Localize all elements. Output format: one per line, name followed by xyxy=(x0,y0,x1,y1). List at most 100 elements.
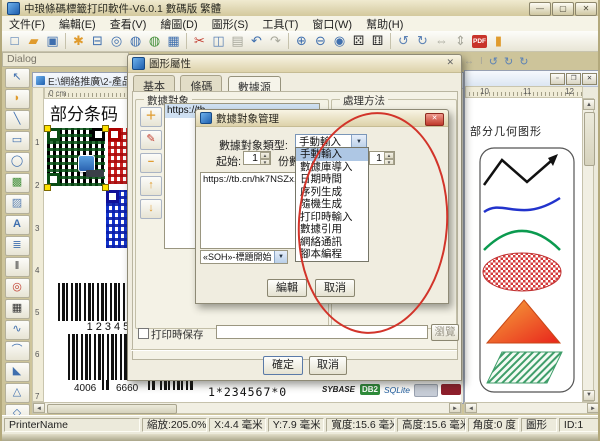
save-path-field[interactable] xyxy=(216,325,428,339)
curve-tool-icon[interactable]: ∿ xyxy=(5,320,30,340)
image-tool-icon[interactable]: ▨ xyxy=(5,194,30,214)
horizontal-scrollbar[interactable]: ◄ ► xyxy=(32,402,462,414)
rotate-angle-icon[interactable]: ↻ xyxy=(519,55,528,68)
dialog-close-icon[interactable]: ✕ xyxy=(446,57,454,68)
zoom-fit-icon[interactable]: ◉ xyxy=(330,32,349,50)
menu-file[interactable]: 文件(F) xyxy=(2,16,52,32)
selection-handle[interactable] xyxy=(44,125,51,132)
resize-icon[interactable]: ↔ xyxy=(464,56,474,67)
redo-icon[interactable]: ↷ xyxy=(266,32,285,50)
selection-handle[interactable] xyxy=(44,184,51,191)
move-down-button[interactable]: ↓ xyxy=(140,199,162,219)
triangle-tool-icon[interactable]: △ xyxy=(5,383,30,403)
browse-button[interactable]: 瀏覽 xyxy=(431,324,459,341)
database-blue-icon[interactable]: ◍ xyxy=(126,32,145,50)
cut-icon[interactable]: ✂ xyxy=(190,32,209,50)
canvas-heading-left[interactable]: 部分条码 xyxy=(50,100,118,125)
seal-tool-icon[interactable]: ◎ xyxy=(5,278,30,298)
move-up-button[interactable]: ↑ xyxy=(140,176,162,196)
flip-vertical-icon[interactable]: ⇕ xyxy=(451,32,470,50)
start-spinner[interactable]: 1 ▲▼ xyxy=(243,151,271,165)
fill-tool-icon[interactable]: ◗ xyxy=(5,89,30,109)
scrollbar-thumb[interactable] xyxy=(47,404,177,414)
striped-parallelogram[interactable] xyxy=(487,352,562,383)
undo-icon[interactable]: ↶ xyxy=(247,32,266,50)
polygon-tool-icon[interactable]: ◣ xyxy=(5,362,30,382)
doc-close-button[interactable]: ✕ xyxy=(582,73,597,85)
gradient-triangle[interactable] xyxy=(487,300,560,343)
maximize-button[interactable]: ▢ xyxy=(552,2,574,16)
ellipse-tool-icon[interactable]: ◯ xyxy=(5,152,30,172)
blue-wave-curve[interactable] xyxy=(484,198,560,212)
barcode-tool-icon[interactable]: ‖ xyxy=(5,257,30,277)
zoom-in-icon[interactable]: ⊕ xyxy=(292,32,311,50)
save-on-print-checkbox[interactable] xyxy=(138,328,149,339)
properties-dialog-titlebar[interactable]: 圖形屬性 ✕ xyxy=(128,55,461,73)
print-preview-icon[interactable]: ◎ xyxy=(107,32,126,50)
chevron-down-icon[interactable]: ▼ xyxy=(274,251,287,263)
database-green-icon[interactable]: ◍ xyxy=(145,32,164,50)
flip-horizontal-icon[interactable]: ⇔ xyxy=(432,32,451,50)
canvas-heading-right[interactable]: 部分几何图形 xyxy=(470,123,542,139)
menu-tools[interactable]: 工具(T) xyxy=(255,16,305,32)
green-arc[interactable] xyxy=(484,231,560,250)
open-folder-icon[interactable]: ▰ xyxy=(24,32,43,50)
menu-view[interactable]: 查看(V) xyxy=(103,16,154,32)
grid-icon[interactable]: ▦ xyxy=(164,32,183,50)
rotate-ccw-icon[interactable]: ↺ xyxy=(489,55,498,68)
edit-data-object-button[interactable]: ✎ xyxy=(140,130,162,150)
remove-data-object-button[interactable]: − xyxy=(140,153,162,173)
vertical-scrollbar[interactable]: ▲ ▼ xyxy=(582,98,594,402)
document-titlebar-right[interactable]: ▫ ❐ ✕ xyxy=(465,71,599,87)
qrcode-tool-icon[interactable]: ▦ xyxy=(5,299,30,319)
save-icon[interactable]: ▣ xyxy=(43,32,62,50)
dice-one-icon[interactable]: ⚄ xyxy=(349,32,368,50)
menu-shapes[interactable]: 圖形(S) xyxy=(205,16,256,32)
rotate-left-icon[interactable]: ↺ xyxy=(394,32,413,50)
ok-button[interactable]: 確定 xyxy=(263,356,303,375)
arc-tool-icon[interactable]: ⌒ xyxy=(5,341,30,361)
close-button[interactable]: ✕ xyxy=(575,2,597,16)
menu-edit[interactable]: 編輯(E) xyxy=(52,16,103,32)
text-tool-icon[interactable]: A xyxy=(5,215,30,235)
cancel-button[interactable]: 取消 xyxy=(309,356,347,375)
rounded-rect-tool-icon[interactable]: ▭ xyxy=(5,131,30,151)
rotate-cw-icon[interactable]: ↻ xyxy=(504,55,513,68)
select-tool-icon[interactable]: ↖ xyxy=(5,68,30,88)
palette-titlebar[interactable]: Dialog xyxy=(2,52,129,67)
selection-handle[interactable] xyxy=(102,184,109,191)
paste-icon[interactable]: ▤ xyxy=(228,32,247,50)
richtext-tool-icon[interactable]: ≣ xyxy=(5,236,30,256)
manager-close-button[interactable]: ✕ xyxy=(425,113,444,126)
text-cursor-icon[interactable]: Ι xyxy=(480,56,483,67)
print-icon[interactable]: ⊟ xyxy=(88,32,107,50)
minimize-button[interactable]: — xyxy=(529,2,551,16)
rotate-right-icon[interactable]: ↻ xyxy=(413,32,432,50)
menu-help[interactable]: 幫助(H) xyxy=(359,16,410,32)
horizontal-scrollbar-right[interactable]: ◄ ► xyxy=(464,402,600,414)
new-file-icon[interactable]: □ xyxy=(5,32,24,50)
spin-down-icon[interactable]: ▼ xyxy=(260,159,270,165)
spin-up-icon[interactable]: ▲ xyxy=(260,152,270,159)
settings-gear-icon[interactable]: ✱ xyxy=(69,32,88,50)
device-icon[interactable]: ▮ xyxy=(489,32,508,50)
doc-restore-button[interactable]: ❐ xyxy=(566,73,581,85)
copy-icon[interactable]: ◫ xyxy=(209,32,228,50)
scrollbar-thumb[interactable] xyxy=(584,112,595,166)
prefix-combobox[interactable]: «SOH»-標題開始 ▼ xyxy=(200,250,288,264)
doc-minimize-button[interactable]: ▫ xyxy=(550,73,565,85)
selection-handle[interactable] xyxy=(102,125,109,132)
geometry-shapes-drawing[interactable] xyxy=(468,140,580,398)
menu-draw[interactable]: 繪圖(D) xyxy=(153,16,204,32)
add-data-object-button[interactable]: ＋ xyxy=(140,107,162,127)
zigzag-arrow-line[interactable] xyxy=(484,160,551,185)
line-tool-icon[interactable]: ╲ xyxy=(5,110,30,130)
checkered-ellipse[interactable] xyxy=(483,253,561,291)
qrcode-green[interactable] xyxy=(47,128,105,186)
dice-two-icon[interactable]: ⚅ xyxy=(368,32,387,50)
export-pdf-icon[interactable]: PDF xyxy=(472,35,487,48)
picture-tool-icon[interactable]: ▩ xyxy=(5,173,30,193)
menu-window[interactable]: 窗口(W) xyxy=(305,16,359,32)
zoom-out-icon[interactable]: ⊖ xyxy=(311,32,330,50)
edit-button[interactable]: 編輯 xyxy=(267,279,307,297)
